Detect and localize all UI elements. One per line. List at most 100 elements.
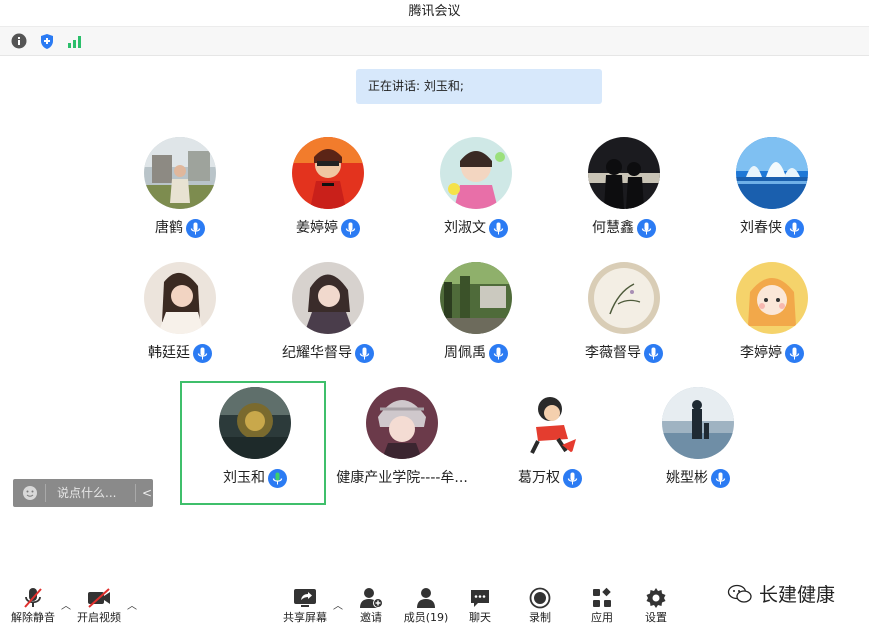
participant-tile[interactable]: 刘春侠 — [692, 137, 852, 261]
apps-grid-icon — [584, 585, 620, 611]
window-title: 腾讯会议 — [408, 4, 461, 19]
members-icon — [400, 585, 452, 611]
avatar — [736, 262, 808, 334]
collapse-chat-button[interactable]: < — [142, 479, 152, 507]
participant-tile[interactable]: 姜婷婷 — [248, 137, 408, 261]
participant-nameline: 周佩禹 — [396, 342, 556, 364]
participant-name: 葛万权 — [518, 470, 560, 486]
participant-name: 健康产业学院----牟... — [336, 470, 468, 486]
chat-quick-input[interactable]: 说点什么... < — [13, 479, 153, 507]
mic-on-icon — [193, 343, 212, 363]
avatar — [366, 387, 438, 459]
mic-muted-icon — [8, 585, 58, 611]
audio-options-caret[interactable]: ︿ — [61, 597, 71, 612]
participant-name: 周佩禹 — [444, 345, 486, 361]
participant-tile[interactable]: 姚型彬 — [618, 387, 778, 511]
participant-name: 刘春侠 — [740, 220, 782, 236]
mic-on-icon — [489, 218, 508, 238]
participant-name: 刘玉和 — [223, 470, 265, 486]
participant-name: 韩廷廷 — [148, 345, 190, 361]
watermark-text: 长建健康 — [759, 584, 836, 606]
mic-speaking-icon — [268, 468, 287, 488]
invite-user-icon — [350, 585, 392, 611]
participant-nameline: 刘淑文 — [396, 217, 556, 239]
shield-icon[interactable] — [38, 32, 56, 50]
info-icon[interactable] — [10, 32, 28, 50]
mic-on-icon — [563, 468, 582, 488]
video-options-caret[interactable]: ︿ — [127, 597, 137, 612]
participant-nameline: 健康产业学院----牟... — [322, 467, 482, 489]
participant-name: 姜婷婷 — [296, 220, 338, 236]
participant-tile[interactable]: 葛万权 — [470, 387, 630, 511]
participant-nameline: 唐鹤 — [100, 217, 260, 239]
avatar — [514, 387, 586, 459]
mic-on-icon — [711, 468, 730, 488]
participant-tile[interactable]: 纪耀华督导 — [248, 262, 408, 386]
mic-on-icon — [637, 218, 656, 238]
mic-on-icon — [355, 343, 374, 363]
mic-on-icon — [341, 218, 360, 238]
unmute-button[interactable]: 解除静音 — [8, 585, 58, 629]
participant-nameline: 李薇督导 — [544, 342, 704, 364]
chat-bubble-icon — [462, 585, 498, 611]
participant-tile[interactable]: 唐鹤 — [100, 137, 260, 261]
participant-name: 纪耀华督导 — [282, 345, 352, 361]
divider — [45, 484, 46, 502]
chat-placeholder: 说点什么... — [57, 486, 117, 500]
camera-off-icon — [74, 585, 124, 611]
mic-on-icon — [489, 343, 508, 363]
network-signal-icon[interactable] — [66, 32, 84, 50]
participant-tile[interactable]: 韩廷廷 — [100, 262, 260, 386]
meeting-info-bar — [0, 26, 869, 56]
participant-tile[interactable]: 李薇督导 — [544, 262, 704, 386]
apps-button[interactable]: 应用 — [584, 585, 620, 629]
participant-nameline: 姜婷婷 — [248, 217, 408, 239]
avatar — [440, 262, 512, 334]
start-video-button[interactable]: 开启视频 — [74, 585, 124, 629]
participant-nameline: 姚型彬 — [618, 467, 778, 489]
participant-name: 姚型彬 — [666, 470, 708, 486]
avatar — [588, 262, 660, 334]
participant-tile[interactable]: 何慧鑫 — [544, 137, 704, 261]
participant-nameline: 何慧鑫 — [544, 217, 704, 239]
speaking-text: 正在讲话: 刘玉和; — [368, 79, 464, 93]
participant-nameline: 李婷婷 — [692, 342, 852, 364]
avatar — [219, 387, 291, 459]
participant-tile[interactable]: 李婷婷 — [692, 262, 852, 386]
avatar — [736, 137, 808, 209]
participant-tile[interactable]: 周佩禹 — [396, 262, 556, 386]
participant-nameline: 刘玉和 — [175, 467, 335, 489]
record-icon — [522, 585, 558, 611]
settings-button[interactable]: 设置 — [638, 585, 674, 629]
avatar — [144, 262, 216, 334]
record-button[interactable]: 录制 — [522, 585, 558, 629]
avatar — [662, 387, 734, 459]
participant-name: 何慧鑫 — [592, 220, 634, 236]
share-screen-icon — [280, 585, 330, 611]
participant-nameline: 刘春侠 — [692, 217, 852, 239]
participant-tile-active-speaker[interactable]: 刘玉和 — [175, 387, 335, 511]
participant-nameline: 葛万权 — [470, 467, 630, 489]
wechat-icon — [727, 584, 753, 604]
window-title-bar: 腾讯会议 — [0, 0, 869, 26]
avatar — [440, 137, 512, 209]
participant-name: 刘淑文 — [444, 220, 486, 236]
participant-tile[interactable]: 健康产业学院----牟... — [322, 387, 482, 511]
emoji-icon[interactable] — [22, 485, 38, 501]
speaking-banner: 正在讲话: 刘玉和; — [356, 69, 602, 104]
mic-on-icon — [186, 218, 205, 238]
avatar — [144, 137, 216, 209]
invite-button[interactable]: 邀请 — [350, 585, 392, 629]
avatar — [588, 137, 660, 209]
participant-nameline: 韩廷廷 — [100, 342, 260, 364]
gear-icon — [638, 585, 674, 611]
participant-name: 李薇督导 — [585, 345, 641, 361]
participant-name: 李婷婷 — [740, 345, 782, 361]
chat-button[interactable]: 聊天 — [462, 585, 498, 629]
members-button[interactable]: 成员(19) — [400, 585, 452, 629]
watermark: 长建健康 — [727, 580, 867, 606]
divider — [135, 484, 136, 502]
participant-tile[interactable]: 刘淑文 — [396, 137, 556, 261]
share-screen-button[interactable]: 共享屏幕 — [280, 585, 330, 629]
share-options-caret[interactable]: ︿ — [333, 597, 343, 612]
